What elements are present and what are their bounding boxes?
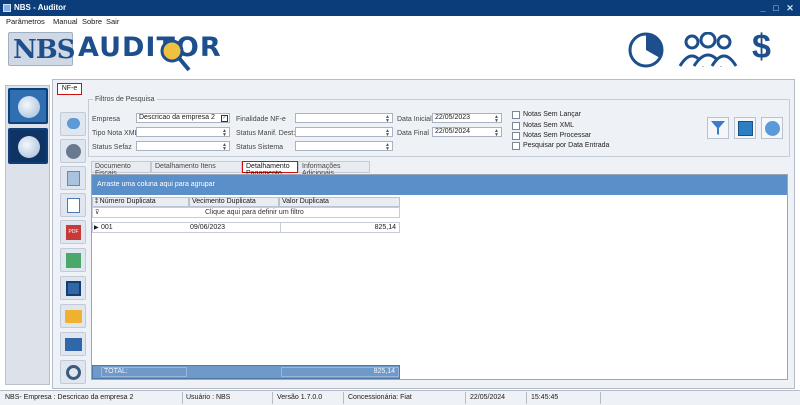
tipo-nota-select[interactable]: ▲ ▼	[136, 127, 230, 138]
settings-icon	[66, 365, 81, 380]
tipo-nota-label: Tipo Nota XML	[92, 130, 139, 137]
header: NBS AUDITOR $	[0, 28, 800, 78]
status-usuario: Usuário : NBS	[186, 394, 231, 401]
empresa-label: Empresa	[92, 116, 121, 123]
tab-detalhamento-pagamento[interactable]: Detalhamento Pagamento	[242, 161, 298, 177]
window-title: NBS - Auditor	[14, 3, 67, 12]
magnifier-icon	[160, 39, 191, 72]
minimize-button[interactable]: _	[757, 2, 769, 14]
total-value: 825,14	[281, 367, 399, 377]
notas-sem-lancar-checkbox[interactable]	[512, 111, 520, 119]
email-button[interactable]	[60, 332, 86, 356]
row-indicator-icon: ▶	[94, 225, 99, 231]
nbs-logo: NBS	[8, 32, 76, 66]
status-hora: 15:45:45	[531, 394, 559, 401]
menu-bar: Parâmetros Manual Sobre Sair	[0, 16, 800, 28]
maximize-button[interactable]: □	[770, 2, 782, 14]
grid-footer: TOTAL: 825,14	[92, 365, 400, 379]
menu-sair[interactable]: Sair	[106, 17, 119, 26]
filter-row[interactable]: ⊽ Clique aqui para definir um filtro	[92, 207, 400, 218]
folder-icon	[65, 310, 82, 323]
settings-button[interactable]	[60, 360, 86, 384]
globe-button[interactable]	[60, 139, 86, 163]
status-sefaz-select[interactable]: ▲ ▼	[136, 141, 230, 152]
status-sefaz-label: Status Sefaz	[92, 144, 132, 151]
status-empresa: NBS- Empresa : Descricao da empresa 2	[5, 394, 134, 401]
log-icon	[765, 121, 780, 136]
menu-sobre[interactable]: Sobre	[82, 17, 102, 26]
excel-icon	[738, 121, 753, 136]
filter-row-hint: Clique aqui para definir um filtro	[205, 209, 304, 216]
data-final-label: Data Final	[397, 130, 429, 137]
notas-sem-processar-checkbox[interactable]	[512, 132, 520, 140]
pie-chart-icon[interactable]	[626, 30, 666, 70]
status-concessionaria: Concessionária: Fiat	[348, 394, 412, 401]
xml-button[interactable]	[60, 248, 86, 272]
cell-vencimento: 09/06/2023	[190, 224, 226, 231]
finalidade-label: Finalidade NF-e	[236, 116, 286, 123]
filter-button[interactable]	[707, 117, 729, 139]
close-button[interactable]: ✕	[784, 2, 796, 14]
tab-informacoes-adicionais[interactable]: Informações Adicionais	[298, 161, 370, 177]
notas-sem-xml-label: Notas Sem XML	[523, 122, 574, 129]
log-button[interactable]	[761, 117, 783, 139]
auditor-logo-text: AUDITOR	[78, 32, 222, 63]
users-icon[interactable]	[678, 32, 738, 68]
nfe-module-button[interactable]	[8, 88, 48, 124]
nfe-module-button-2[interactable]	[8, 128, 48, 164]
empresa-select[interactable]: Descricao da empresa 2 ✓	[136, 113, 230, 123]
status-sistema-label: Status Sistema	[236, 144, 284, 151]
filters-legend: Filtros de Pesquisa	[93, 96, 157, 103]
cloud-download-button[interactable]	[60, 112, 86, 136]
nfe-leaf-icon	[18, 96, 40, 118]
pesquisar-data-entrada-label: Pesquisar por Data Entrada	[523, 142, 610, 149]
menu-parametros[interactable]: Parâmetros	[6, 17, 45, 26]
pdf-button[interactable]: PDF	[60, 220, 86, 244]
tab-detalhamento-itens[interactable]: Detalhamento Itens	[151, 161, 242, 173]
total-label: TOTAL:	[101, 367, 187, 377]
status-manif-select[interactable]: ▲ ▼	[295, 127, 393, 138]
nfe-document-button[interactable]	[60, 166, 86, 190]
column-valor-duplicata[interactable]: Valor Duplicata	[279, 197, 400, 207]
status-data: 22/05/2024	[470, 394, 506, 401]
notas-sem-lancar-label: Notas Sem Lançar	[523, 111, 581, 118]
filter-row-icon: ⊽	[95, 210, 100, 216]
app-icon	[3, 4, 11, 12]
table-row[interactable]: ▶ 001 09/06/2023 825,14	[92, 222, 400, 233]
pdf-icon: PDF	[66, 225, 81, 240]
notas-sem-xml-checkbox[interactable]	[512, 122, 520, 130]
folder-button[interactable]	[60, 304, 86, 328]
title-bar: NBS - Auditor _ □ ✕	[0, 0, 800, 16]
save-button[interactable]	[60, 276, 86, 300]
nfe-leaf-icon	[18, 136, 40, 158]
status-manif-label: Status Manif. Dest:	[236, 130, 296, 137]
pesquisar-data-entrada-checkbox[interactable]	[512, 142, 520, 150]
status-versao: Versão 1.7.0.0	[277, 394, 323, 401]
column-numero-duplicata[interactable]: ⁑ Número Duplicata	[92, 197, 189, 207]
status-sistema-select[interactable]: ▲ ▼	[295, 141, 393, 152]
cell-numero: 001	[101, 224, 113, 231]
data-final-input[interactable]: 22/05/2024 ▲ ▼	[432, 127, 502, 138]
group-by-bar[interactable]: Arraste uma coluna aqui para agrupar	[92, 175, 787, 195]
data-inicial-input[interactable]: 22/05/2023 ▲ ▼	[432, 113, 502, 124]
status-bar: NBS- Empresa : Descricao da empresa 2 Us…	[0, 390, 800, 405]
tab-nfe[interactable]: NF-e	[57, 83, 82, 95]
finalidade-select[interactable]: ▲ ▼	[295, 113, 393, 124]
tab-documento-fiscais[interactable]: Documento Fiscais	[91, 161, 151, 177]
excel-button[interactable]	[734, 117, 756, 139]
save-icon	[66, 281, 81, 296]
dollar-icon[interactable]: $	[752, 28, 771, 67]
group-by-hint: Arraste uma coluna aqui para agrupar	[97, 181, 215, 188]
cell-valor: 825,14	[374, 224, 396, 231]
search-document-button[interactable]	[60, 193, 86, 217]
filter-icon	[711, 121, 725, 135]
menu-manual[interactable]: Manual	[53, 17, 78, 26]
data-inicial-label: Data Inicial	[397, 116, 432, 123]
column-vencimento-duplicata[interactable]: Vecimento Duplicata	[189, 197, 279, 207]
email-icon	[65, 338, 82, 351]
notas-sem-processar-label: Notas Sem Processar	[523, 132, 592, 139]
